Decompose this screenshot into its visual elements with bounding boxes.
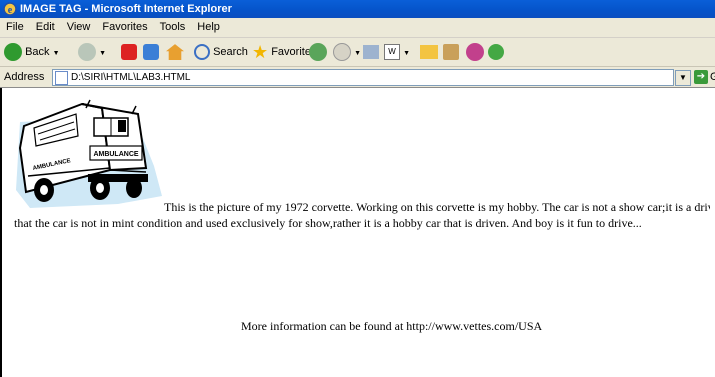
address-dropdown-button[interactable]: ▼: [675, 70, 691, 86]
refresh-icon: [143, 44, 159, 61]
history-icon: [309, 43, 327, 62]
page-content: AMBULANCE AMBULANCE This is the picture …: [0, 88, 710, 377]
edit-button[interactable]: W ▼: [384, 41, 410, 63]
go-button[interactable]: ➔: [694, 70, 708, 84]
discuss-button[interactable]: [488, 41, 504, 63]
back-button[interactable]: Back ▼: [4, 41, 60, 63]
print-button[interactable]: [363, 41, 379, 63]
search-icon: [194, 44, 210, 61]
mail-button[interactable]: ▼: [333, 41, 361, 63]
menu-edit[interactable]: Edit: [30, 18, 61, 37]
chevron-down-icon: ▼: [52, 50, 60, 57]
address-input[interactable]: D:\SIRI\HTML\LAB3.HTML: [52, 69, 674, 86]
menu-file[interactable]: File: [0, 18, 30, 37]
stop-button[interactable]: [121, 41, 137, 63]
stop-icon: [121, 44, 137, 61]
menu-bar: File Edit View Favorites Tools Help: [0, 18, 715, 38]
address-url: D:\SIRI\HTML\LAB3.HTML: [71, 72, 191, 83]
menu-view[interactable]: View: [61, 18, 97, 37]
more-info-text: More information can be found at http://…: [241, 319, 543, 333]
mail-icon: [333, 43, 351, 62]
ambulance-image: AMBULANCE AMBULANCE: [16, 99, 162, 208]
chevron-down-icon: ▼: [403, 50, 410, 57]
menu-tools[interactable]: Tools: [154, 18, 192, 37]
address-label: Address: [4, 71, 45, 83]
address-bar: Address D:\SIRI\HTML\LAB3.HTML ▼ ➔ G: [0, 67, 715, 88]
search-button[interactable]: Search: [194, 41, 248, 63]
back-arrow-icon: [4, 43, 22, 62]
go-label[interactable]: G: [710, 67, 715, 87]
chevron-down-icon: ▼: [354, 50, 361, 57]
forward-button[interactable]: ▼: [78, 41, 106, 63]
page-icon: [55, 71, 68, 85]
chevron-down-icon: ▼: [679, 73, 687, 82]
paragraph-line-2: that the car is not in mint condition an…: [14, 216, 642, 230]
window-titlebar: e IMAGE TAG - Microsoft Internet Explore…: [0, 0, 715, 18]
star-icon: ★: [252, 42, 269, 63]
back-label: Back: [25, 46, 50, 58]
discuss-icon: [488, 44, 504, 61]
content-left-border: [0, 88, 2, 377]
home-icon: [166, 44, 184, 61]
printer-icon: [363, 45, 379, 60]
chevron-down-icon: ▼: [99, 50, 106, 57]
forward-arrow-icon: [78, 43, 96, 62]
favorites-button[interactable]: ★ Favorites: [252, 41, 316, 63]
go-arrow-icon: ➔: [696, 71, 706, 82]
svg-text:e: e: [8, 5, 13, 16]
folder-button[interactable]: [420, 41, 438, 63]
refresh-button[interactable]: [143, 41, 159, 63]
research-icon: [443, 44, 459, 61]
ambulance-rear-label: AMBULANCE: [93, 151, 138, 158]
history-button[interactable]: [309, 41, 327, 63]
window-title: IMAGE TAG - Microsoft Internet Explorer: [20, 3, 232, 15]
folder-icon: [420, 45, 438, 60]
standard-toolbar: Back ▼ ▼ Search ★ Favorites ▼ W ▼: [0, 38, 715, 67]
ie-logo-icon: e: [3, 2, 17, 16]
messenger-icon: [466, 43, 484, 62]
messenger-button[interactable]: [466, 41, 484, 63]
edit-icon: W: [384, 44, 400, 61]
research-button[interactable]: [443, 41, 459, 63]
menu-help[interactable]: Help: [191, 18, 226, 37]
paragraph-line-1: This is the picture of my 1972 corvette.…: [164, 200, 710, 214]
search-label: Search: [213, 46, 248, 58]
home-button[interactable]: [166, 41, 184, 63]
menu-favorites[interactable]: Favorites: [96, 18, 153, 37]
